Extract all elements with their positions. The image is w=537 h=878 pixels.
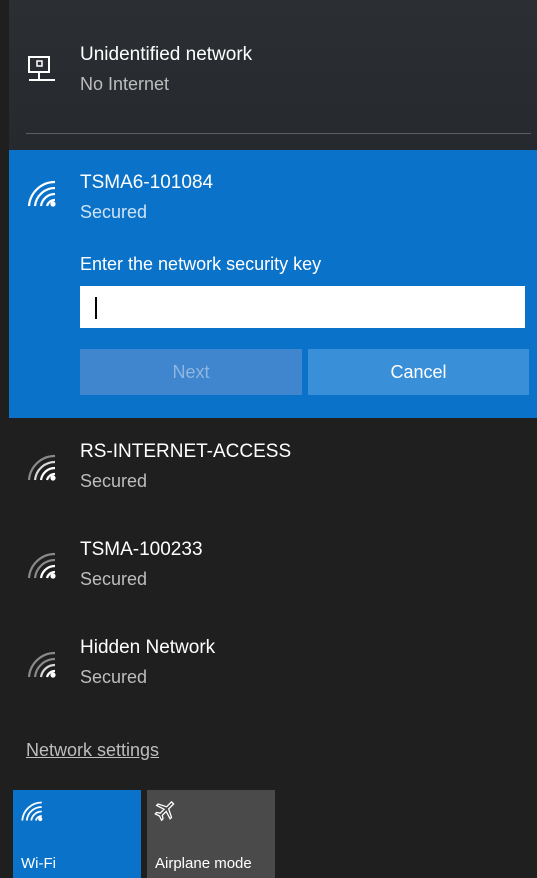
network-name: TSMA-100233 xyxy=(80,539,203,560)
security-key-prompt: Enter the network security key xyxy=(80,254,322,274)
network-item-tsma-100233[interactable]: TSMA-100233 Secured xyxy=(9,525,537,621)
airplane-mode-tile[interactable]: Airplane mode xyxy=(147,790,275,878)
network-item-rs-internet-access[interactable]: RS-INTERNET-ACCESS Secured xyxy=(9,425,537,521)
wifi-icon xyxy=(27,454,56,481)
network-item-hidden-network[interactable]: Hidden Network Secured xyxy=(9,625,537,721)
network-settings-link[interactable]: Network settings xyxy=(26,740,159,761)
network-status: Secured xyxy=(80,667,148,687)
network-name: Hidden Network xyxy=(80,637,216,658)
network-name: RS-INTERNET-ACCESS xyxy=(80,441,292,462)
selected-network-name: TSMA6-101084 xyxy=(80,172,214,193)
wifi-toggle-tile[interactable]: Wi-Fi xyxy=(13,790,141,878)
connected-network-section: Unidentified network No Internet xyxy=(9,0,537,150)
cancel-button[interactable]: Cancel xyxy=(308,349,529,395)
connected-network-name: Unidentified network xyxy=(80,44,253,65)
network-status: Secured xyxy=(80,569,148,589)
selected-network-status: Secured xyxy=(80,202,148,222)
wifi-tile-label: Wi-Fi xyxy=(21,855,56,872)
text-caret xyxy=(95,297,97,319)
divider xyxy=(26,133,531,134)
selected-network-panel[interactable]: TSMA6-101084 Secured Enter the network s… xyxy=(9,150,537,418)
wifi-icon xyxy=(27,651,56,678)
next-button[interactable]: Next xyxy=(80,349,302,395)
monitor-network-icon xyxy=(28,56,55,81)
wifi-icon xyxy=(21,801,43,822)
airplane-icon xyxy=(154,800,175,822)
security-key-input[interactable] xyxy=(80,286,525,328)
wifi-icon xyxy=(27,552,56,579)
network-status: Secured xyxy=(80,471,148,491)
connected-network-item[interactable]: Unidentified network No Internet xyxy=(9,0,537,120)
connected-network-status: No Internet xyxy=(80,74,170,94)
wifi-icon xyxy=(27,180,56,207)
airplane-tile-label: Airplane mode xyxy=(155,855,252,872)
network-flyout: Unidentified network No Internet TSMA6-1… xyxy=(9,0,537,878)
